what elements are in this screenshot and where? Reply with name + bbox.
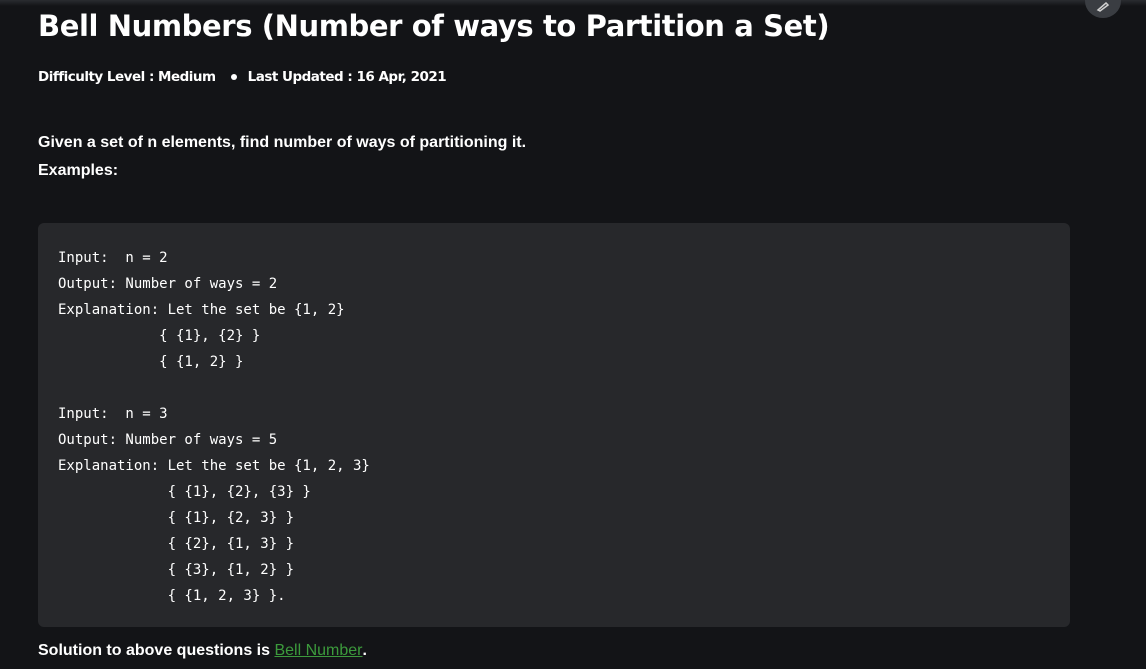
page-title: Bell Numbers (Number of ways to Partitio…	[38, 9, 830, 43]
separator-dot-icon	[230, 74, 237, 80]
intro-text: Given a set of n elements, find number o…	[38, 134, 527, 151]
solution-suffix: .	[362, 642, 367, 659]
solution-line: Solution to above questions is Bell Numb…	[38, 642, 367, 660]
article-meta: Difficulty Level : Medium Last Updated :…	[38, 69, 447, 85]
edit-button[interactable]	[1085, 0, 1121, 18]
difficulty-level: Difficulty Level : Medium	[38, 69, 216, 85]
code-example-block: Input: n = 2 Output: Number of ways = 2 …	[38, 223, 1070, 627]
edit-icon	[1096, 2, 1110, 12]
last-updated: Last Updated : 16 Apr, 2021	[247, 69, 447, 85]
examples-label: Examples:	[38, 162, 119, 179]
top-bar-shadow	[0, 0, 1146, 6]
bell-number-link[interactable]: Bell Number	[274, 642, 362, 659]
solution-prefix: Solution to above questions is	[38, 642, 275, 659]
code-example-text: Input: n = 2 Output: Number of ways = 2 …	[58, 250, 370, 604]
